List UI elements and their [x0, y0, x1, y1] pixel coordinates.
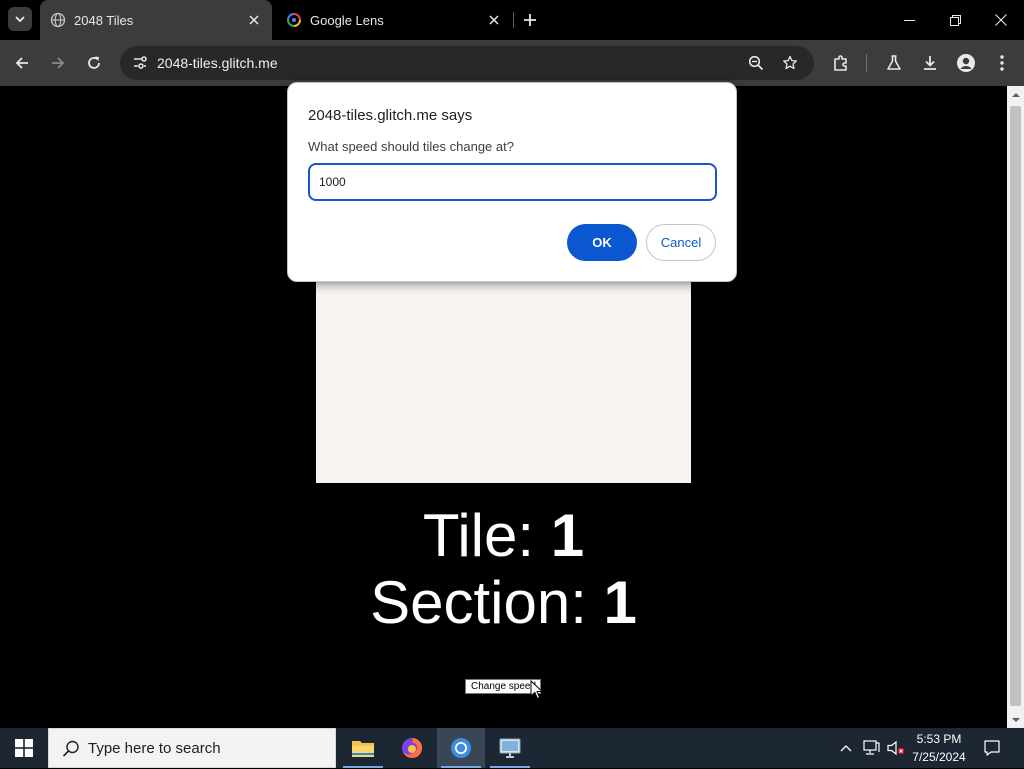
prompt-dialog: 2048-tiles.glitch.me says What speed sho…	[287, 82, 737, 282]
arrow-right-icon	[52, 57, 65, 69]
close-tab-icon[interactable]	[484, 10, 504, 30]
reload-icon	[88, 56, 100, 69]
profile-button[interactable]	[950, 47, 982, 79]
cancel-button[interactable]: Cancel	[646, 224, 716, 261]
site-info-icon[interactable]	[126, 49, 154, 77]
notifications-button[interactable]	[980, 728, 1004, 768]
windows-logo-icon	[15, 739, 33, 757]
extensions-button[interactable]	[825, 47, 857, 79]
reload-button[interactable]	[78, 47, 110, 79]
scroll-up-arrow-icon[interactable]	[1007, 86, 1024, 103]
zoom-icon[interactable]	[744, 51, 768, 75]
taskbar-firefox[interactable]	[388, 728, 436, 768]
downloads-button[interactable]	[914, 47, 946, 79]
flask-icon	[887, 55, 901, 70]
browser-toolbar: 2048-tiles.glitch.me	[0, 40, 1024, 86]
plus-icon	[524, 14, 536, 26]
volume-muted-icon[interactable]	[886, 738, 906, 758]
taskbar-search-box[interactable]: Type here to search	[48, 728, 336, 768]
restore-button[interactable]	[932, 0, 978, 40]
toolbar-separator	[866, 54, 867, 72]
close-window-button[interactable]	[978, 0, 1024, 40]
start-button[interactable]	[0, 728, 48, 768]
google-lens-icon	[286, 12, 302, 28]
tab-2048-tiles[interactable]: 2048 Tiles	[40, 0, 272, 40]
tab-title: Google Lens	[310, 12, 384, 28]
network-icon[interactable]	[861, 738, 881, 758]
notification-icon	[984, 740, 1000, 756]
tab-title: 2048 Tiles	[74, 12, 134, 28]
tile-counter-label: Tile:	[422, 502, 551, 569]
windows-taskbar: Type here to search 5:53 PM 7/25/2024	[0, 728, 1024, 768]
chevron-up-icon	[840, 745, 852, 752]
tab-search-button[interactable]	[8, 7, 32, 31]
close-icon	[995, 14, 1007, 26]
system-clock[interactable]: 5:53 PM 7/25/2024	[905, 728, 973, 768]
taskbar-remote-desktop[interactable]	[486, 728, 534, 768]
ok-button[interactable]: OK	[567, 224, 637, 261]
menu-button[interactable]	[986, 47, 1018, 79]
section-counter: Section: 1	[0, 573, 1007, 633]
dialog-message: What speed should tiles change at?	[308, 139, 514, 154]
remote-desktop-icon	[499, 738, 521, 758]
url-text[interactable]: 2048-tiles.glitch.me	[157, 46, 278, 80]
globe-icon	[50, 12, 66, 28]
puzzle-icon	[834, 55, 847, 71]
search-icon	[62, 740, 79, 757]
back-button[interactable]	[6, 47, 38, 79]
chevron-down-icon	[15, 16, 25, 23]
taskbar-file-explorer[interactable]	[339, 728, 387, 768]
vertical-scrollbar[interactable]	[1007, 86, 1024, 728]
tile-counter: Tile: 1	[0, 506, 1007, 566]
more-vertical-icon	[1000, 55, 1004, 71]
scrollbar-thumb[interactable]	[1010, 106, 1021, 706]
tab-strip: 2048 Tiles Google Lens	[0, 0, 1024, 40]
avatar-icon	[957, 54, 975, 72]
firefox-icon	[402, 737, 423, 758]
tab-google-lens[interactable]: Google Lens	[276, 0, 512, 40]
bookmark-star-icon[interactable]	[778, 51, 802, 75]
arrow-left-icon	[15, 57, 28, 69]
labs-button[interactable]	[878, 47, 910, 79]
show-hidden-icons-button[interactable]	[836, 738, 856, 758]
taskbar-chrome[interactable]	[437, 728, 485, 768]
search-placeholder: Type here to search	[88, 740, 221, 757]
speed-input[interactable]	[308, 163, 717, 201]
tab-separator	[513, 12, 514, 28]
download-icon	[924, 56, 936, 70]
dialog-title: 2048-tiles.glitch.me says	[308, 107, 473, 124]
clock-time: 5:53 PM	[916, 732, 962, 746]
file-explorer-icon	[352, 741, 374, 757]
new-tab-button[interactable]	[518, 8, 542, 32]
minimize-icon	[903, 19, 915, 21]
forward-button[interactable]	[42, 47, 74, 79]
section-counter-value: 1	[603, 569, 637, 636]
close-tab-icon[interactable]	[244, 10, 264, 30]
mouse-cursor-icon	[530, 680, 544, 700]
restore-icon	[949, 14, 961, 26]
scroll-down-arrow-icon[interactable]	[1007, 711, 1024, 728]
minimize-button[interactable]	[886, 0, 932, 40]
section-counter-label: Section:	[370, 569, 604, 636]
chrome-icon	[451, 738, 471, 758]
address-bar[interactable]: 2048-tiles.glitch.me	[120, 46, 814, 80]
clock-date: 7/25/2024	[912, 750, 966, 764]
tile-counter-value: 1	[550, 502, 585, 569]
